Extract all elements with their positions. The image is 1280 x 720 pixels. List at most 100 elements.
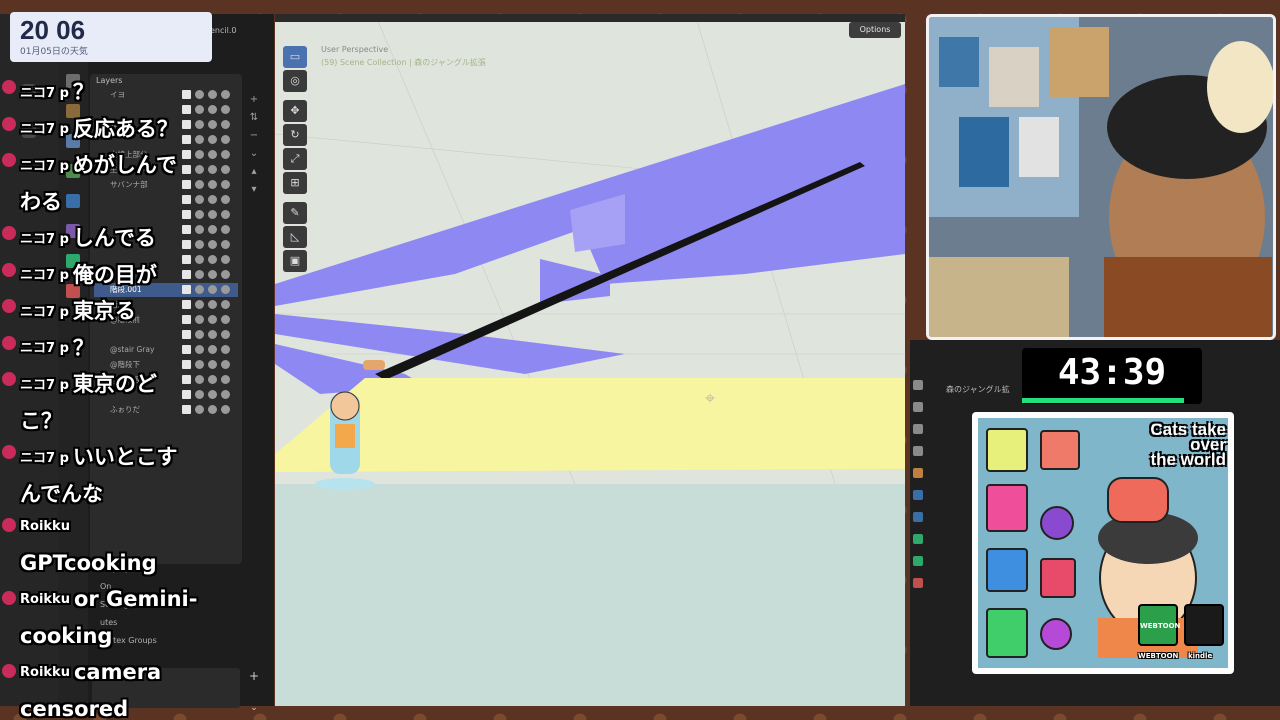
object-tab-icon[interactable] [66, 194, 80, 208]
eye-icon[interactable] [208, 90, 217, 99]
layer-row[interactable] [94, 223, 238, 237]
material-icon[interactable] [913, 578, 923, 588]
layer-onion-icon[interactable] [195, 390, 204, 399]
eye-icon[interactable] [208, 285, 217, 294]
tool-icon[interactable] [913, 380, 923, 390]
layer-row[interactable] [94, 238, 238, 252]
layer-row[interactable]: 階段.001 [94, 283, 238, 297]
add-vertex-group-button[interactable]: + [248, 670, 260, 682]
lock-icon[interactable] [221, 405, 230, 414]
lock-icon[interactable] [221, 300, 230, 309]
section-vertex-groups[interactable]: Vertex Groups [100, 636, 157, 645]
output-tab-icon[interactable] [66, 134, 80, 148]
3d-cursor-icon[interactable]: ⌖ [705, 388, 715, 409]
data-icon[interactable] [22, 124, 36, 138]
layer-row[interactable]: @stair Gray [94, 343, 238, 357]
layer-row[interactable] [94, 193, 238, 207]
options-dropdown[interactable]: Options [849, 22, 901, 38]
layer-visibility-toggles[interactable] [182, 105, 234, 115]
layer-visibility-toggles[interactable] [182, 135, 234, 145]
lock-icon[interactable] [221, 360, 230, 369]
annotate-icon[interactable]: ✎ [283, 202, 307, 224]
layer-row[interactable]: ふぉりだ [94, 403, 238, 417]
layer-visibility-toggles[interactable] [182, 195, 234, 205]
layer-onion-icon[interactable] [195, 360, 204, 369]
layer-mask-icon[interactable] [182, 150, 191, 159]
move-down-icon[interactable]: ▾ [248, 184, 260, 196]
eye-icon[interactable] [208, 375, 217, 384]
layer-mask-icon[interactable] [182, 330, 191, 339]
layer-mask-icon[interactable] [182, 120, 191, 129]
object-icon[interactable] [913, 512, 923, 522]
lock-icon[interactable] [221, 330, 230, 339]
layer-onion-icon[interactable] [195, 405, 204, 414]
lock-icon[interactable] [221, 165, 230, 174]
layer-row[interactable] [94, 388, 238, 402]
layer-onion-icon[interactable] [195, 225, 204, 234]
add-layer-icon[interactable]: + [248, 94, 260, 106]
layer-onion-icon[interactable] [195, 135, 204, 144]
layer-mask-icon[interactable] [182, 300, 191, 309]
lock-icon[interactable] [221, 285, 230, 294]
layer-visibility-toggles[interactable] [182, 165, 234, 175]
eye-icon[interactable] [208, 105, 217, 114]
layer-row[interactable]: @階段前 [94, 313, 238, 327]
scene-icon[interactable] [913, 468, 923, 478]
lock-icon[interactable] [221, 315, 230, 324]
eye-icon[interactable] [208, 330, 217, 339]
eye-icon[interactable] [208, 240, 217, 249]
layer-mask-icon[interactable] [182, 285, 191, 294]
measure-icon[interactable]: ◺ [283, 226, 307, 248]
material-tab-icon[interactable] [66, 284, 80, 298]
layer-visibility-toggles[interactable] [182, 285, 234, 295]
layer-onion-icon[interactable] [195, 240, 204, 249]
lock-icon[interactable] [221, 390, 230, 399]
viewport-header[interactable] [275, 14, 905, 22]
layer-visibility-toggles[interactable] [182, 375, 234, 385]
layer-onion-icon[interactable] [195, 285, 204, 294]
eye-icon[interactable] [208, 195, 217, 204]
layer-row[interactable]: @階段 壁 [94, 373, 238, 387]
layer-mask-icon[interactable] [182, 375, 191, 384]
remove-layer-icon[interactable]: − [248, 130, 260, 142]
world-tab-icon[interactable] [66, 164, 80, 178]
layer-onion-icon[interactable] [195, 300, 204, 309]
layer-row[interactable] [94, 268, 238, 282]
layer-mask-icon[interactable] [182, 405, 191, 414]
layer-visibility-toggles[interactable] [182, 390, 234, 400]
layer-mask-icon[interactable] [182, 105, 191, 114]
tool-tab-icon[interactable] [66, 74, 80, 88]
lock-icon[interactable] [221, 375, 230, 384]
layer-onion-icon[interactable] [195, 315, 204, 324]
lock-icon[interactable] [221, 90, 230, 99]
layer-row[interactable]: 階段 [94, 298, 238, 312]
layer-onion-icon[interactable] [195, 195, 204, 204]
move-up-icon[interactable]: ▴ [248, 166, 260, 178]
move-icon[interactable]: ✥ [283, 100, 307, 122]
3d-viewport[interactable]: User Perspective (59) Scene Collection |… [275, 14, 905, 706]
lock-icon[interactable] [221, 240, 230, 249]
world-icon[interactable] [913, 490, 923, 500]
layer-mask-icon[interactable] [182, 195, 191, 204]
modifier-tab-icon[interactable] [66, 224, 80, 238]
eye-icon[interactable] [208, 270, 217, 279]
layer-mask-icon[interactable] [182, 240, 191, 249]
select-box-icon[interactable]: ▭ [283, 46, 307, 68]
render-tab-icon[interactable] [66, 104, 80, 118]
lock-icon[interactable] [221, 345, 230, 354]
layer-row[interactable] [94, 328, 238, 342]
layer-mask-icon[interactable] [182, 90, 191, 99]
layer-onion-icon[interactable] [195, 375, 204, 384]
chevron-down-icon[interactable]: ⌄ [248, 148, 260, 160]
layer-visibility-toggles[interactable] [182, 210, 234, 220]
eye-icon[interactable] [208, 135, 217, 144]
layer-onion-icon[interactable] [195, 150, 204, 159]
layer-visibility-toggles[interactable] [182, 180, 234, 190]
layer-row[interactable] [94, 103, 238, 117]
eye-icon[interactable] [208, 315, 217, 324]
lock-icon[interactable] [221, 270, 230, 279]
layer-visibility-toggles[interactable] [182, 120, 234, 130]
section-attributes[interactable]: utes [100, 618, 117, 627]
chevron-down-icon[interactable]: ⌄ [248, 702, 260, 714]
lock-icon[interactable] [221, 135, 230, 144]
